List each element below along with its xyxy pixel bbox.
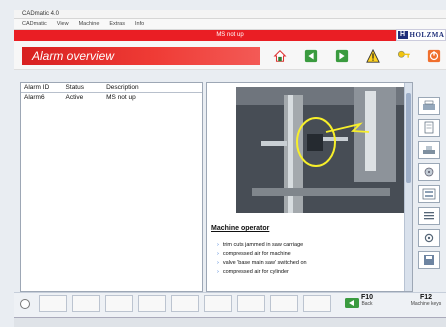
forward-button[interactable] (332, 48, 352, 64)
arrow-left-icon (304, 49, 318, 63)
column-description: Description (106, 84, 139, 91)
page-title-text: Alarm overview (32, 49, 115, 63)
holzma-logo: H HOLZMA (396, 29, 446, 41)
machine-photo-image (236, 87, 407, 213)
holzma-logo-text: HOLZMA (409, 31, 445, 39)
list-item: valve 'base main saw' switched on (217, 259, 307, 268)
save-icon (424, 255, 434, 265)
list-item: compressed air for cylinder (217, 268, 307, 277)
section-title: Machine operator (211, 225, 270, 232)
status-message-bar: MS not up (14, 30, 446, 41)
side-button-print[interactable] (418, 97, 440, 115)
column-status: Status (65, 84, 84, 91)
menu-item-view[interactable]: View (57, 21, 69, 27)
description-cell: MS not up (106, 94, 136, 101)
f12-caption: Machine keys (410, 301, 442, 307)
arrow-right-icon (335, 49, 349, 63)
alarm-id-cell: Alarm6 (24, 94, 45, 101)
saw-icon (424, 167, 434, 177)
function-key-f2[interactable] (72, 295, 100, 312)
machine-photo (236, 87, 407, 213)
menu-item-cadmatic[interactable]: CADmatic (22, 21, 47, 27)
page-title: Alarm overview (22, 47, 260, 65)
warning-icon (366, 49, 380, 63)
vertical-scrollbar[interactable] (404, 83, 412, 291)
holzma-logo-mark: H (397, 31, 408, 39)
function-key-bar: F10 Back F12 Machine keys (14, 292, 446, 317)
function-key-f5[interactable] (171, 295, 199, 312)
exit-button[interactable] (424, 48, 444, 64)
menu-item-info[interactable]: Info (135, 21, 144, 27)
side-button-document[interactable] (418, 119, 440, 137)
taskbar (14, 317, 446, 327)
home-icon (273, 50, 287, 62)
status-cell: Active (65, 94, 84, 101)
list-item: compressed air for machine (217, 250, 307, 259)
page-header: Alarm overview (14, 41, 446, 70)
menu-bar: CADmatic View Machine Extras Info (14, 19, 446, 30)
list-icon (424, 212, 434, 220)
menu-item-machine[interactable]: Machine (79, 21, 100, 27)
machine-keys-function-key[interactable]: F12 Machine keys (406, 294, 446, 315)
status-message: MS not up (216, 32, 244, 38)
machine-icon (423, 146, 435, 154)
f12-label: F12 (419, 294, 433, 301)
home-button[interactable] (270, 48, 290, 64)
function-key-f4[interactable] (138, 295, 166, 312)
window-title-bar: CADmatic 4.0 (14, 10, 446, 19)
action-list: trim cuts jammed in saw carriage compres… (217, 241, 307, 277)
function-key-f6[interactable] (204, 295, 232, 312)
alarm-table-header: Alarm ID Status Description (21, 83, 202, 93)
function-key-f8[interactable] (270, 295, 298, 312)
side-button-machine[interactable] (418, 141, 440, 159)
list-item: trim cuts jammed in saw carriage (217, 241, 307, 250)
function-key-f7[interactable] (237, 295, 265, 312)
alarm-list-panel: Alarm ID Status Description Alarm6 Activ… (20, 82, 203, 292)
alarm-warning-button[interactable] (363, 48, 383, 64)
side-button-saw[interactable] (418, 163, 440, 181)
function-key-f9[interactable] (303, 295, 331, 312)
window-title: CADmatic 4.0 (22, 11, 60, 17)
back-button[interactable] (301, 48, 321, 64)
help-icon[interactable] (20, 299, 30, 309)
alarm-detail-panel: Machine operator trim cuts jammed in saw… (206, 82, 413, 292)
side-button-save[interactable] (418, 251, 440, 269)
back-arrow-icon (345, 298, 359, 308)
document-icon (424, 121, 434, 134)
login-button[interactable] (394, 48, 414, 64)
side-button-panel[interactable] (418, 185, 440, 203)
scrollbar-thumb[interactable] (406, 93, 411, 183)
printer-icon (423, 100, 435, 110)
key-icon (397, 50, 410, 58)
exit-icon (427, 49, 441, 63)
back-function-key[interactable]: F10 Back (344, 294, 390, 315)
panel-icon (422, 188, 436, 200)
menu-item-extras[interactable]: Extras (109, 21, 125, 27)
side-button-settings[interactable] (418, 229, 440, 247)
column-alarm-id: Alarm ID (24, 84, 50, 91)
function-key-f1[interactable] (39, 295, 67, 312)
side-button-list[interactable] (418, 207, 440, 225)
function-key-f3[interactable] (105, 295, 133, 312)
settings-icon (424, 233, 434, 243)
table-row[interactable]: Alarm6 Active MS not up (21, 93, 202, 103)
